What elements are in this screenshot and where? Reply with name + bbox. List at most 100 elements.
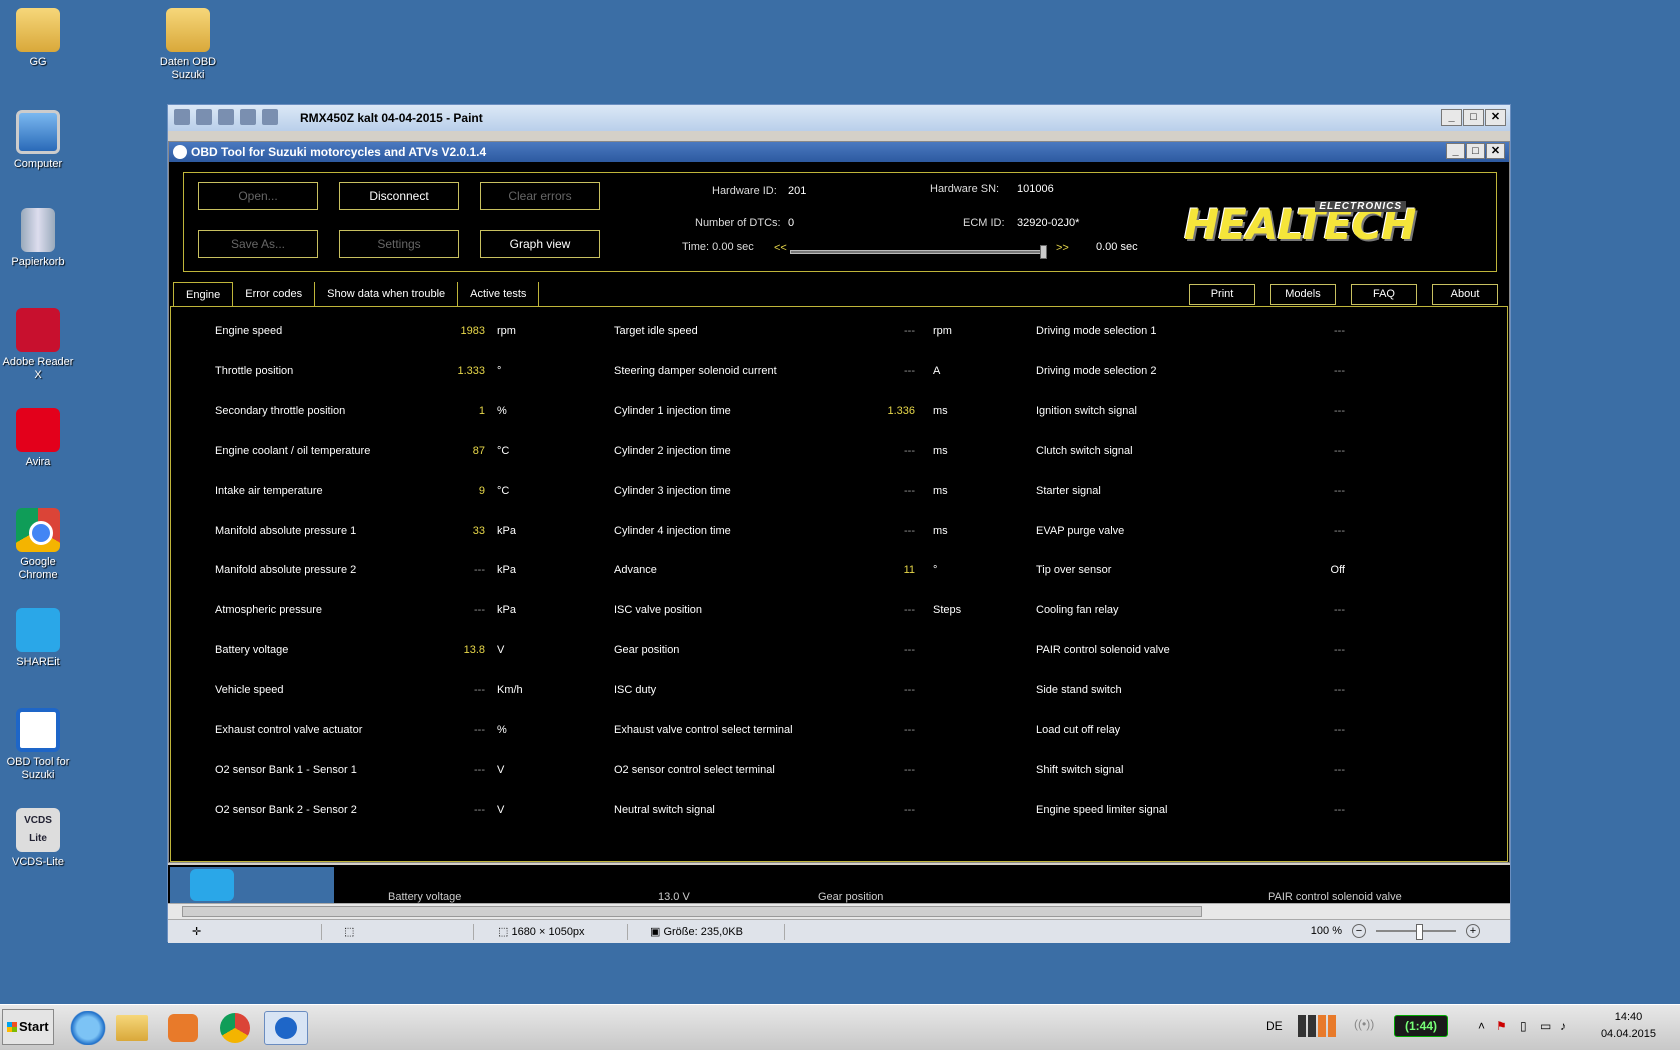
time-label: Time: 0.00 sec — [682, 241, 754, 253]
ghost-text: PAIR control solenoid valve — [1268, 891, 1402, 903]
param-label: Driving mode selection 1 — [1036, 325, 1157, 337]
selection-icon: ⬚ — [344, 926, 355, 938]
desktop-icon-obd-tool[interactable]: OBD Tool for Suzuki — [0, 708, 76, 782]
param-value: --- — [904, 485, 915, 497]
show-hidden-icons[interactable]: ˄ — [1478, 1019, 1485, 1033]
language-indicator[interactable]: DE — [1266, 1019, 1283, 1033]
desktop-icon-avira[interactable]: Avira — [0, 408, 76, 469]
tab-show-data-when-trouble[interactable]: Show data when trouble — [315, 282, 459, 306]
open-button[interactable]: Open... — [198, 182, 318, 210]
desktop-icon-daten-obd[interactable]: Daten OBD Suzuki — [150, 8, 226, 82]
close-icon[interactable]: ✕ — [1486, 143, 1505, 159]
signal-strength-icon[interactable] — [1298, 1015, 1338, 1037]
param-value: --- — [1334, 525, 1345, 537]
param-label: Driving mode selection 2 — [1036, 365, 1157, 377]
rewind-button[interactable]: << — [774, 242, 787, 254]
desktop-icon-adobe-reader[interactable]: Adobe Reader X — [0, 308, 76, 382]
param-value: --- — [904, 804, 915, 816]
battery-indicator[interactable]: (1:44) — [1394, 1015, 1448, 1037]
param-label: Battery voltage — [215, 644, 289, 656]
param-value: --- — [1334, 804, 1345, 816]
param-value: --- — [1334, 684, 1345, 696]
clear-errors-button[interactable]: Clear errors — [480, 182, 600, 210]
desktop-icon-shareit[interactable]: SHAREit — [0, 608, 76, 669]
redo-icon[interactable] — [240, 109, 256, 125]
zoom-in-icon[interactable]: + — [1466, 924, 1480, 938]
volume-icon[interactable]: ♪ — [1560, 1019, 1566, 1033]
zoom-level: 100 % — [1310, 925, 1342, 937]
param-value: 33 — [472, 525, 485, 537]
tab-active-tests[interactable]: Active tests — [458, 282, 540, 306]
clock[interactable]: 14:40 04.04.2015 — [1601, 1009, 1656, 1043]
param-value: 9 — [478, 485, 485, 497]
param-value: 1.336 — [887, 405, 915, 417]
param-value: 11 — [903, 564, 915, 576]
desktop-icon-recycle-bin[interactable]: Papierkorb — [0, 208, 76, 269]
models-button[interactable]: Models — [1270, 284, 1336, 305]
obd-tool-icon — [16, 708, 60, 752]
zoom-out-icon[interactable]: − — [1352, 924, 1366, 938]
wireless-icon[interactable]: ((•)) — [1354, 1017, 1374, 1031]
obd-titlebar[interactable]: OBD Tool for Suzuki motorcycles and ATVs… — [169, 142, 1509, 162]
zoom-slider[interactable] — [1376, 924, 1456, 940]
desktop-icon-chrome[interactable]: Google Chrome — [0, 508, 76, 582]
param-label: Cylinder 2 injection time — [614, 445, 731, 457]
disconnect-button[interactable]: Disconnect — [339, 182, 459, 210]
hardware-sn-label: Hardware SN: — [930, 183, 1000, 195]
flag-icon[interactable]: ⚑ — [1496, 1019, 1507, 1033]
maximize-icon[interactable]: □ — [1463, 109, 1484, 126]
start-button[interactable]: Start — [2, 1009, 54, 1045]
ghost-text: 13.0 V — [658, 891, 690, 903]
horizontal-scrollbar[interactable] — [168, 903, 1510, 919]
settings-button[interactable]: Settings — [339, 230, 459, 258]
tab-error-codes[interactable]: Error codes — [233, 282, 316, 306]
faq-button[interactable]: FAQ — [1351, 284, 1417, 305]
print-button[interactable]: Print — [1189, 284, 1255, 305]
maximize-icon[interactable]: □ — [1466, 143, 1485, 159]
time-slider-thumb[interactable] — [1040, 245, 1047, 259]
graph-view-button[interactable]: Graph view — [480, 230, 600, 258]
param-label: Shift switch signal — [1036, 764, 1124, 776]
param-label: Engine speed — [215, 325, 283, 337]
param-value: --- — [904, 525, 915, 537]
hardware-id-label: Hardware ID: — [712, 185, 777, 197]
param-unit: kPa — [497, 525, 516, 537]
ie-icon[interactable] — [66, 1011, 110, 1045]
close-icon[interactable]: ✕ — [1485, 109, 1506, 126]
minimize-icon[interactable]: _ — [1446, 143, 1465, 159]
about-button[interactable]: About — [1432, 284, 1498, 305]
param-value: --- — [1334, 724, 1345, 736]
param-value: --- — [1334, 764, 1345, 776]
obd-app-icon — [173, 145, 187, 159]
desktop-icon-gg[interactable]: GG — [0, 8, 76, 69]
obd-tool-window: OBD Tool for Suzuki motorcycles and ATVs… — [168, 141, 1510, 863]
file-size: ▣ Größe: 235,0KB — [630, 924, 785, 940]
desktop-icon-computer[interactable]: Computer — [0, 110, 76, 171]
obd-tool-taskbar-icon[interactable] — [264, 1011, 308, 1045]
save-icon[interactable] — [196, 109, 212, 125]
avira-icon — [16, 408, 60, 452]
paint-titlebar[interactable]: RMX450Z kalt 04-04-2015 - Paint _ □ ✕ — [168, 105, 1510, 131]
param-unit: kPa — [497, 564, 516, 576]
tab-engine[interactable]: Engine — [173, 282, 234, 306]
scrollbar-thumb[interactable] — [182, 906, 1202, 917]
param-unit: % — [497, 405, 507, 417]
explorer-folder-icon[interactable] — [116, 1015, 148, 1041]
desktop-icon-vcds[interactable]: VCDS Lite VCDS-Lite — [0, 808, 76, 869]
chrome-taskbar-icon[interactable] — [220, 1013, 250, 1043]
media-player-icon[interactable] — [168, 1014, 198, 1042]
logo-sub-text: ELECTRONICS — [1315, 201, 1406, 212]
param-label: Cylinder 4 injection time — [614, 525, 731, 537]
paint-app-icon[interactable] — [174, 109, 190, 125]
customize-icon[interactable] — [262, 109, 278, 125]
param-label: Secondary throttle position — [215, 405, 346, 417]
undo-icon[interactable] — [218, 109, 234, 125]
forward-button[interactable]: >> — [1056, 242, 1069, 254]
minimize-icon[interactable]: _ — [1441, 109, 1462, 126]
network-icon[interactable]: ▭ — [1540, 1019, 1551, 1033]
param-unit: rpm — [933, 325, 952, 337]
battery-tray-icon[interactable]: ▯ — [1520, 1019, 1527, 1033]
param-value: 13.8 — [463, 644, 485, 656]
save-as-button[interactable]: Save As... — [198, 230, 318, 258]
time-slider[interactable] — [790, 245, 1047, 259]
